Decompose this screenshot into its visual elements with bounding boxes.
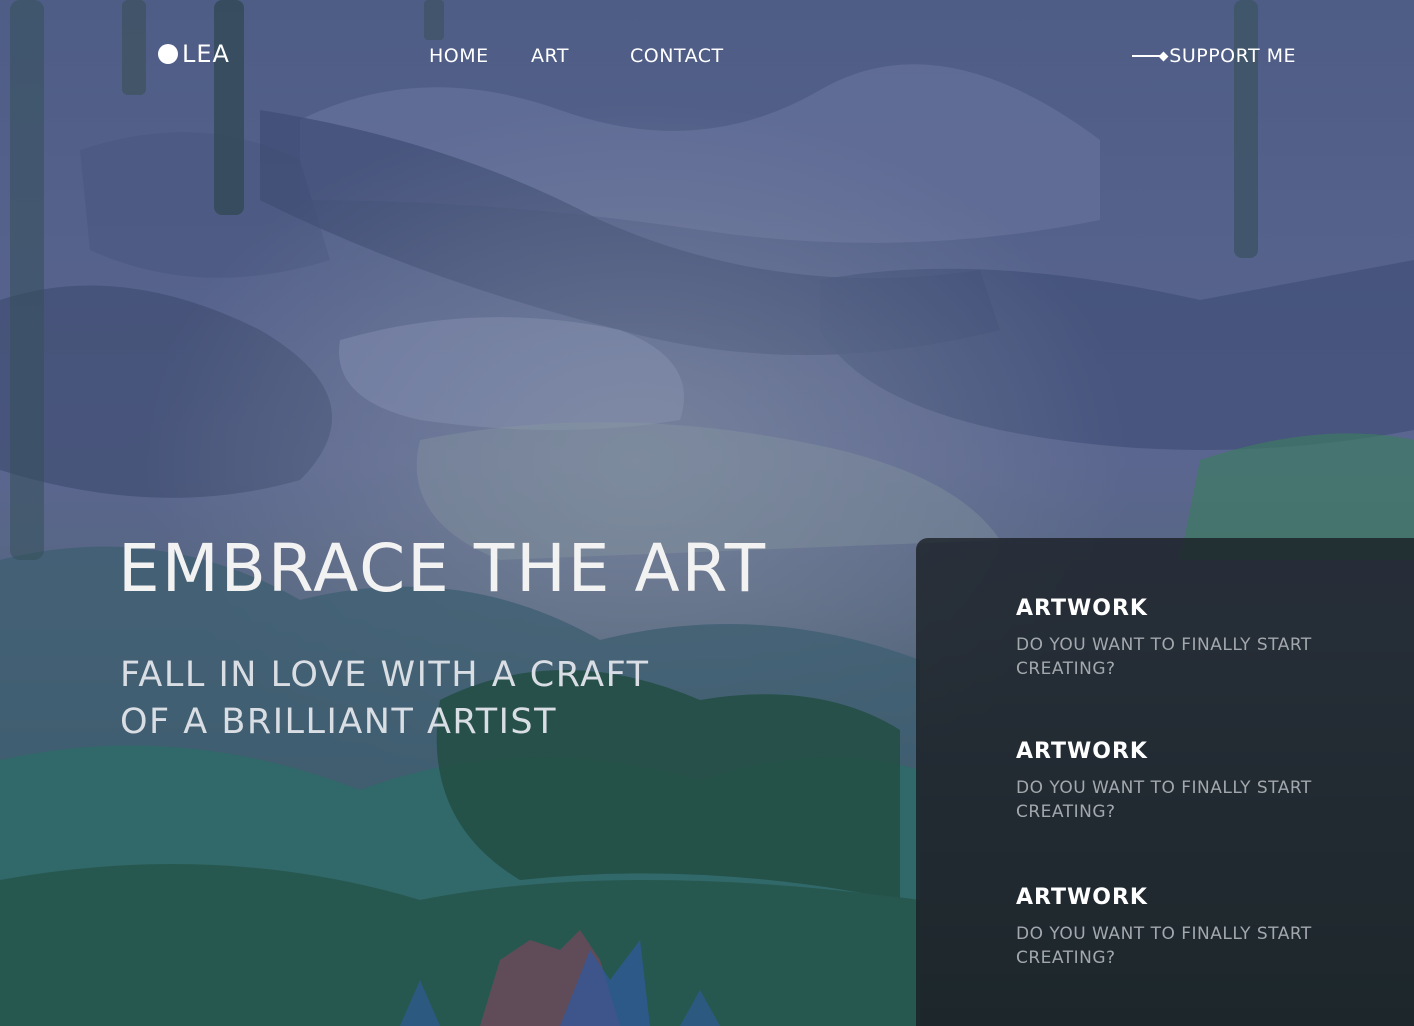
artwork-card[interactable]: ARTWORK DO YOU WANT TO FINALLY START CRE…: [1016, 885, 1376, 970]
nav-link-contact[interactable]: CONTACT: [630, 45, 724, 67]
card-title: ARTWORK: [1016, 885, 1148, 910]
support-me-label: SUPPORT ME: [1169, 45, 1296, 67]
artwork-card[interactable]: ARTWORK DO YOU WANT TO FINALLY START CRE…: [1016, 596, 1376, 681]
card-title: ARTWORK: [1016, 739, 1148, 764]
nav-link-home[interactable]: HOME: [429, 45, 489, 67]
arrow-right-icon: [1132, 51, 1169, 61]
card-description: DO YOU WANT TO FINALLY START CREATING?: [1016, 635, 1312, 679]
artwork-panel: ARTWORK DO YOU WANT TO FINALLY START CRE…: [916, 538, 1414, 1026]
hero-subtitle: FALL IN LOVE WITH A CRAFT OF A BRILLIANT…: [120, 655, 650, 742]
support-me-link[interactable]: SUPPORT ME: [1132, 45, 1296, 67]
nav-link-art[interactable]: ART: [531, 45, 569, 67]
artwork-card[interactable]: ARTWORK DO YOU WANT TO FINALLY START CRE…: [1016, 739, 1376, 824]
card-description: DO YOU WANT TO FINALLY START CREATING?: [1016, 778, 1312, 822]
card-description: DO YOU WANT TO FINALLY START CREATING?: [1016, 924, 1312, 968]
hero-title: EMBRACE THE ART: [118, 530, 768, 607]
card-title: ARTWORK: [1016, 596, 1148, 621]
